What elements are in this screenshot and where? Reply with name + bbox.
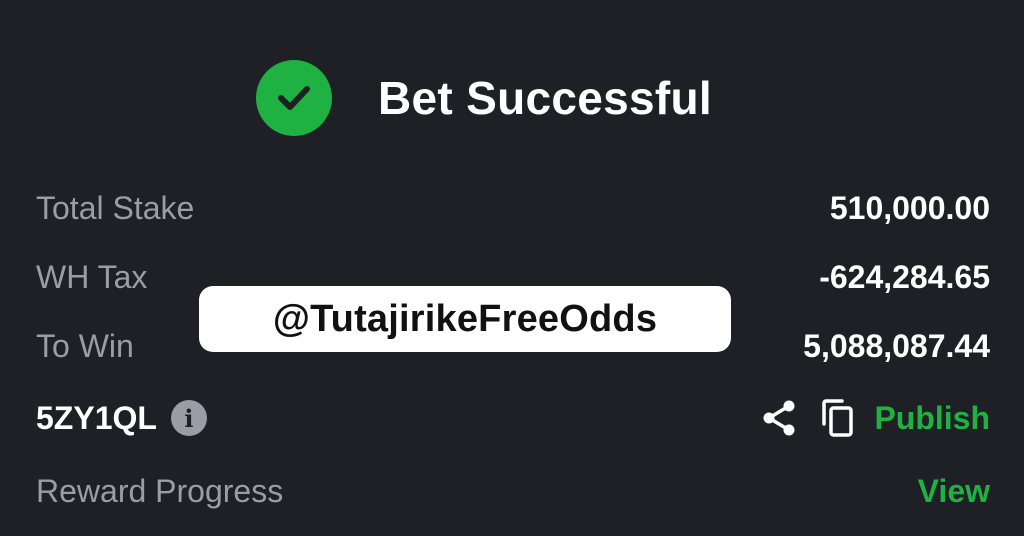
total-stake-label: Total Stake (36, 189, 195, 226)
check-circle-icon (256, 60, 332, 136)
bet-status-header: Bet Successful (0, 58, 1024, 138)
to-win-label: To Win (36, 327, 134, 364)
publish-button[interactable]: Publish (874, 400, 990, 437)
to-win-value: 5,088,087.44 (803, 327, 990, 364)
bet-confirmation-screen: Bet Successful Total Stake 510,000.00 WH… (0, 0, 1024, 536)
booking-code: 5ZY1QL (36, 399, 157, 436)
booking-actions: Publish (760, 398, 990, 438)
total-stake-row: Total Stake 510,000.00 (36, 188, 990, 228)
watermark-overlay: @TutajirikeFreeOdds (199, 286, 731, 352)
view-reward-link[interactable]: View (918, 473, 990, 510)
info-icon[interactable]: i (170, 400, 207, 436)
booking-code-group: 5ZY1QL i (36, 400, 207, 437)
reward-progress-label: Reward Progress (36, 472, 284, 509)
wh-tax-label: WH Tax (36, 258, 148, 295)
copy-icon[interactable] (820, 398, 856, 438)
wh-tax-value: -624,284.65 (819, 258, 990, 295)
share-icon[interactable] (760, 398, 798, 438)
reward-progress-row: Reward Progress View (36, 471, 990, 511)
booking-code-row: 5ZY1QL i Publish (36, 398, 990, 438)
page-title: Bet Successful (378, 72, 712, 124)
total-stake-value: 510,000.00 (829, 189, 990, 226)
